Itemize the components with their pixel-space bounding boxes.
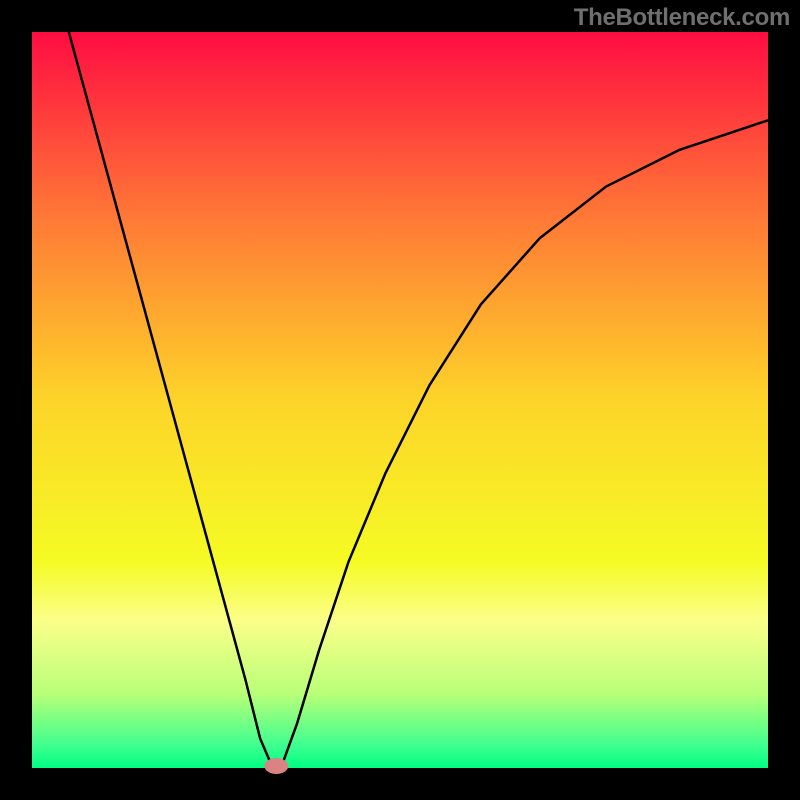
chart-container: TheBottleneck.com <box>0 0 800 800</box>
watermark-text: TheBottleneck.com <box>574 4 790 32</box>
plot-background <box>32 32 768 768</box>
optimal-point-marker <box>264 758 288 774</box>
bottleneck-chart <box>0 0 800 800</box>
